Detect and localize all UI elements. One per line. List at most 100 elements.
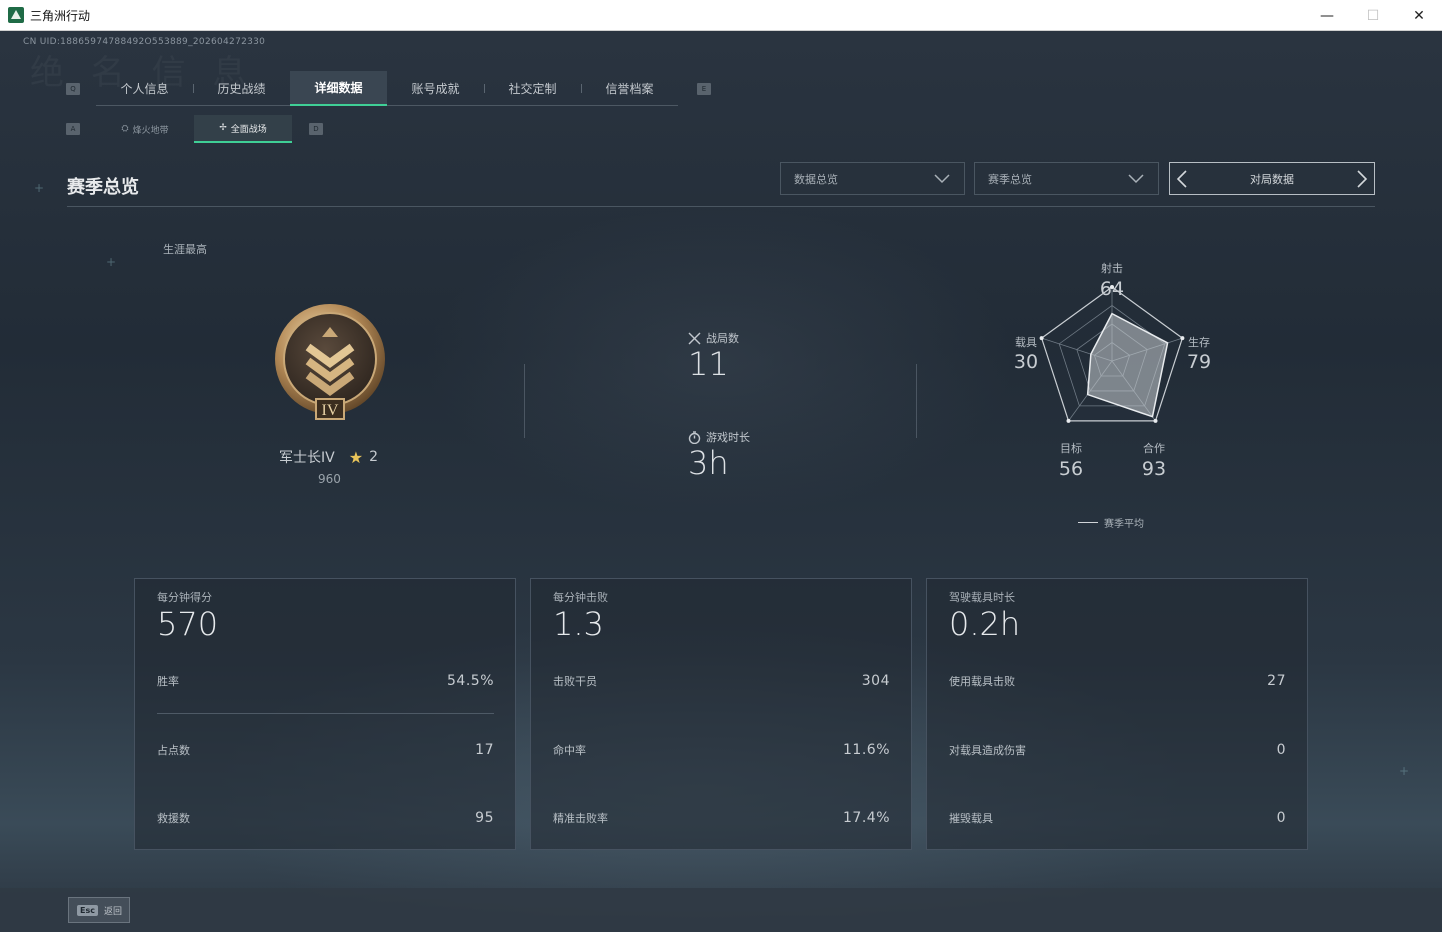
career-best-label: 生涯最高 <box>163 243 207 256</box>
window-title: 三角洲行动 <box>30 8 91 23</box>
app-logo-icon <box>8 7 24 23</box>
medal-numeral: IV <box>322 402 339 419</box>
radar-label-teamwork: 合作 <box>1143 442 1165 455</box>
back-label: 返回 <box>103 906 122 917</box>
radar-value-teamwork: 93 <box>1141 458 1167 480</box>
kills-card: 每分钟击败 1.3 击败干员 304 命中率 11.6% 精准击败率 17.4% <box>530 578 912 850</box>
rank-name: 军士长IV ★ 2 <box>279 447 378 467</box>
section-divider <box>67 206 1375 207</box>
card-title: 每分钟得分 <box>157 591 212 604</box>
card-value: 1.3 <box>553 605 604 643</box>
tab-personal-info[interactable]: 个人信息 <box>96 71 193 106</box>
rank-stars: 2 <box>369 449 378 465</box>
row-key: 击败干员 <box>553 675 597 688</box>
playtime-label-text: 游戏时长 <box>706 431 750 444</box>
radar-value-survival: 79 <box>1186 351 1212 373</box>
card-title: 驾驶载具时长 <box>949 591 1015 604</box>
key-hint-d[interactable]: D <box>309 123 323 135</box>
radar-legend: 赛季平均 <box>1078 515 1144 530</box>
bottom-bar <box>0 888 1442 932</box>
row-key: 救援数 <box>157 812 190 825</box>
row-value: 54.5% <box>447 673 494 689</box>
vehicle-card: 驾驶载具时长 0.2h 使用载具击败 27 对载具造成伤害 0 摧毁载具 0 <box>926 578 1308 850</box>
key-hint-q[interactable]: Q <box>66 83 80 95</box>
star-icon: ★ <box>348 447 364 467</box>
subtab-label: 全面战场 <box>230 124 267 135</box>
card-row: 胜率 54.5% <box>157 671 494 691</box>
tab-detailed-data[interactable]: 详细数据 <box>290 71 387 106</box>
matches-label-text: 战局数 <box>706 332 739 345</box>
close-button[interactable]: ✕ <box>1396 0 1442 31</box>
card-row: 命中率 11.6% <box>553 740 890 760</box>
chevron-right-icon[interactable] <box>1356 170 1368 188</box>
row-value: 0 <box>1276 810 1286 826</box>
row-value: 27 <box>1267 673 1286 689</box>
stopwatch-icon <box>688 430 701 444</box>
row-value: 304 <box>861 673 890 689</box>
season-dropdown[interactable]: 赛季总览 <box>974 162 1159 195</box>
radar-label-survival: 生存 <box>1188 336 1210 349</box>
key-hint-a[interactable]: A <box>66 123 80 135</box>
radar-value-shooting: 64 <box>1099 278 1125 300</box>
subtab-label: 烽火地带 <box>132 125 169 136</box>
crosshair-decor-icon: + <box>34 181 45 195</box>
matches-value: 11 <box>688 345 729 383</box>
row-key: 对载具造成伤害 <box>949 744 1026 757</box>
key-hint-e[interactable]: E <box>697 83 711 95</box>
match-data-pager: 对局数据 <box>1169 162 1375 195</box>
rank-medal-icon: IV <box>275 304 385 420</box>
legend-label: 赛季平均 <box>1104 519 1144 530</box>
row-value: 17.4% <box>843 810 890 826</box>
game-screen: CN UID:18865974788492O553889_20260427233… <box>0 31 1442 932</box>
card-row: 使用载具击败 27 <box>949 671 1286 691</box>
card-row: 摧毁载具 0 <box>949 808 1286 828</box>
playtime-value: 3h <box>688 444 729 482</box>
row-value: 95 <box>475 810 494 826</box>
chevron-down-icon <box>1128 174 1144 184</box>
matches-label: 战局数 <box>688 330 739 346</box>
radar-data-polygon <box>1086 312 1169 418</box>
row-key: 摧毁载具 <box>949 812 993 825</box>
playtime-label: 游戏时长 <box>688 429 750 445</box>
dropdown-value: 赛季总览 <box>988 172 1032 186</box>
radar-label-vehicle: 载具 <box>1015 336 1037 349</box>
window-titlebar: 三角洲行动 — ☐ ✕ <box>0 0 1442 31</box>
data-overview-dropdown[interactable]: 数据总览 <box>780 162 965 195</box>
tab-achievements[interactable]: 账号成就 <box>387 71 484 106</box>
legend-line <box>1078 522 1098 523</box>
section-title: 赛季总览 <box>67 177 139 198</box>
subtab-warfare[interactable]: ✢ 全面战场 <box>194 115 292 143</box>
maximize-button[interactable]: ☐ <box>1350 0 1396 31</box>
card-row: 精准击败率 17.4% <box>553 808 890 828</box>
row-key: 胜率 <box>157 675 179 688</box>
subtab-operations[interactable]: ⛭ 烽火地带 <box>96 115 194 143</box>
row-value: 17 <box>475 742 494 758</box>
warfare-icon: ✢ <box>219 123 227 133</box>
tab-history[interactable]: 历史战绩 <box>193 71 290 106</box>
back-button[interactable]: Esc 返回 <box>68 897 130 923</box>
window-controls: — ☐ ✕ <box>1304 0 1442 31</box>
radar-label-shooting: 射击 <box>1101 262 1123 275</box>
minimize-button[interactable]: — <box>1304 0 1350 31</box>
esc-key: Esc <box>77 904 98 916</box>
score-card: 每分钟得分 570 胜率 54.5% 占点数 17 救援数 95 <box>134 578 516 850</box>
card-divider <box>157 713 494 714</box>
tab-reputation[interactable]: 信誉档案 <box>581 71 678 106</box>
crosshair-decor-icon: + <box>106 255 117 269</box>
row-key: 命中率 <box>553 744 586 757</box>
divider <box>524 364 525 438</box>
row-value: 11.6% <box>843 742 890 758</box>
tab-social[interactable]: 社交定制 <box>484 71 581 106</box>
row-key: 使用载具击败 <box>949 675 1015 688</box>
card-title: 每分钟击败 <box>553 591 608 604</box>
rank-title: 军士长IV <box>279 450 335 466</box>
radar-value-objective: 56 <box>1058 458 1084 480</box>
radar-vertex-dot <box>1066 418 1071 423</box>
chevron-left-icon[interactable] <box>1176 170 1188 188</box>
dropdown-value: 数据总览 <box>794 172 838 186</box>
rank-score: 960 <box>318 472 341 486</box>
card-row: 对载具造成伤害 0 <box>949 740 1286 760</box>
card-row: 占点数 17 <box>157 740 494 760</box>
row-key: 精准击败率 <box>553 812 608 825</box>
card-row: 击败干员 304 <box>553 671 890 691</box>
